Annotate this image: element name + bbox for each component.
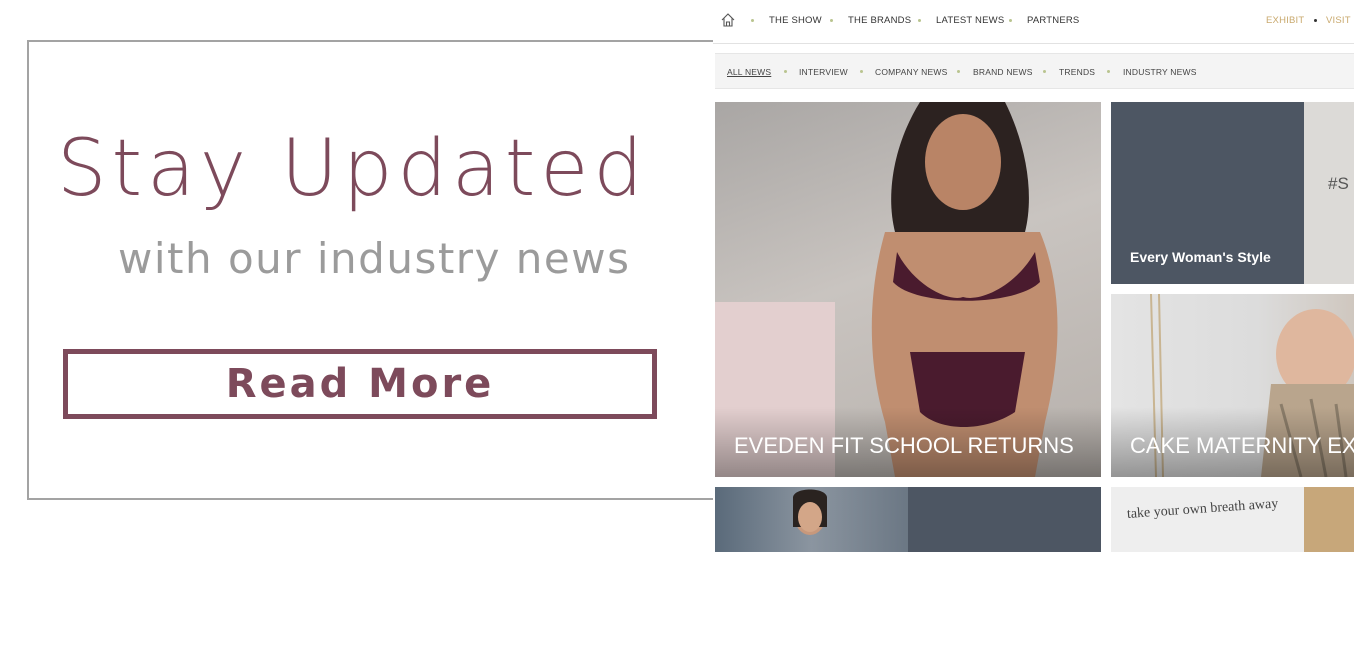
top-navigation: THE SHOW THE BRANDS LATEST NEWS PARTNERS…: [713, 0, 1354, 44]
news-tile-bottom-left[interactable]: [715, 487, 1101, 552]
filter-all-news[interactable]: ALL NEWS: [727, 67, 771, 77]
separator-dot: [918, 19, 921, 22]
separator-dot: [751, 19, 754, 22]
separator-dot: [957, 70, 960, 73]
separator-dot: [1043, 70, 1046, 73]
separator-dot: [784, 70, 787, 73]
filter-trends[interactable]: TRENDS: [1059, 67, 1095, 77]
news-tile-every-woman[interactable]: #S Every Woman's Style: [1111, 102, 1354, 284]
promo-subtitle: with our industry news: [118, 234, 631, 283]
city-photo: [715, 487, 908, 552]
separator-dot: [1314, 19, 1317, 22]
nav-visit[interactable]: VISIT: [1326, 15, 1351, 26]
tile-caption: EVEDEN FIT SCHOOL RETURNS: [734, 433, 1074, 458]
nav-the-brands[interactable]: THE BRANDS: [848, 15, 911, 26]
separator-dot: [1107, 70, 1110, 73]
hashtag-text: #S: [1328, 174, 1349, 193]
tile-slogan: take your own breath away: [1126, 496, 1279, 522]
home-icon[interactable]: [720, 12, 736, 28]
separator-dot: [860, 70, 863, 73]
separator-dot: [1009, 19, 1012, 22]
nav-exhibit[interactable]: EXHIBIT: [1266, 15, 1304, 26]
tan-panel: [1304, 487, 1354, 552]
news-site-preview: THE SHOW THE BRANDS LATEST NEWS PARTNERS…: [713, 0, 1354, 552]
filter-industry-news[interactable]: INDUSTRY NEWS: [1123, 67, 1197, 77]
nav-latest-news[interactable]: LATEST NEWS: [936, 15, 1004, 26]
nav-partners[interactable]: PARTNERS: [1027, 15, 1079, 26]
read-more-label: Read More: [225, 361, 495, 407]
news-tile-eveden[interactable]: EVEDEN FIT SCHOOL RETURNS: [715, 102, 1101, 477]
separator-dot: [830, 19, 833, 22]
filter-company-news[interactable]: COMPANY NEWS: [875, 67, 947, 77]
tile-caption: CAKE MATERNITY EXPA: [1130, 433, 1354, 458]
read-more-button[interactable]: Read More: [63, 349, 657, 419]
filter-brand-news[interactable]: BRAND NEWS: [973, 67, 1033, 77]
promo-card: Stay Updated with our industry news Read…: [27, 40, 727, 500]
news-filter-bar: ALL NEWS INTERVIEW COMPANY NEWS BRAND NE…: [715, 53, 1354, 89]
filter-interview[interactable]: INTERVIEW: [799, 67, 848, 77]
promo-title: Stay Updated: [57, 124, 648, 214]
nav-the-show[interactable]: THE SHOW: [769, 15, 822, 26]
tile-caption: Every Woman's Style: [1130, 249, 1271, 265]
news-tile-cake-maternity[interactable]: CAKE MATERNITY EXPA: [1111, 294, 1354, 477]
news-tile-bottom-right[interactable]: take your own breath away: [1111, 487, 1354, 552]
